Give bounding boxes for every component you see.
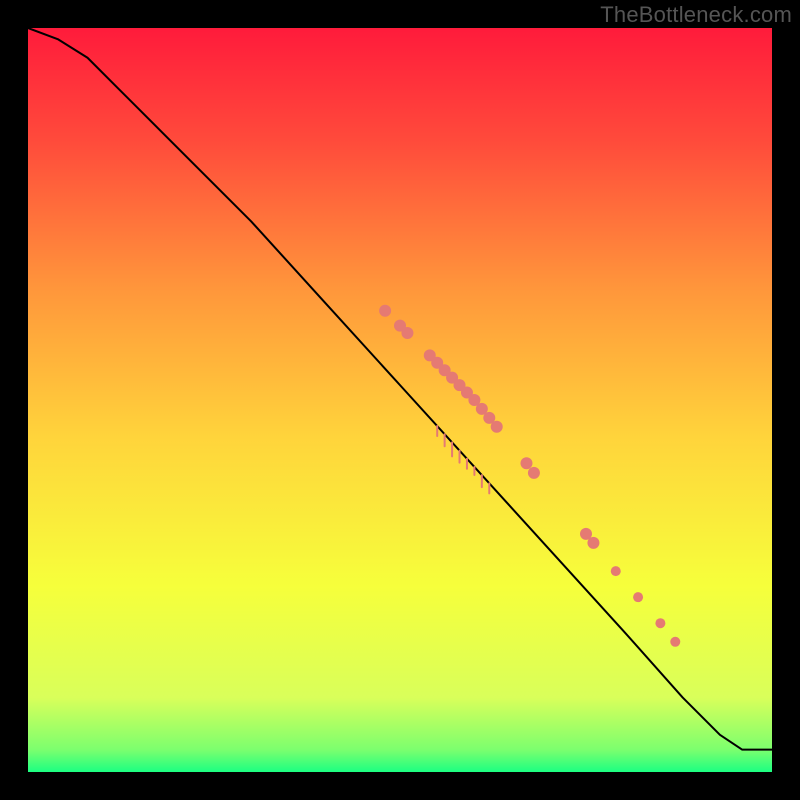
marker-group-a	[401, 327, 413, 339]
marker-group-c	[528, 467, 540, 479]
chart-background-gradient	[28, 28, 772, 772]
marker-group-h	[670, 637, 680, 647]
marker-group-b	[491, 421, 503, 433]
marker-group-c	[520, 457, 532, 469]
marker-group-d	[587, 537, 599, 549]
marker-group-a	[379, 305, 391, 317]
plot-area	[28, 28, 772, 772]
marker-group-f	[633, 592, 643, 602]
chart-frame: TheBottleneck.com	[0, 0, 800, 800]
marker-group-e	[611, 566, 621, 576]
chart-svg	[28, 28, 772, 772]
watermark-text: TheBottleneck.com	[600, 2, 792, 28]
marker-group-g	[655, 618, 665, 628]
